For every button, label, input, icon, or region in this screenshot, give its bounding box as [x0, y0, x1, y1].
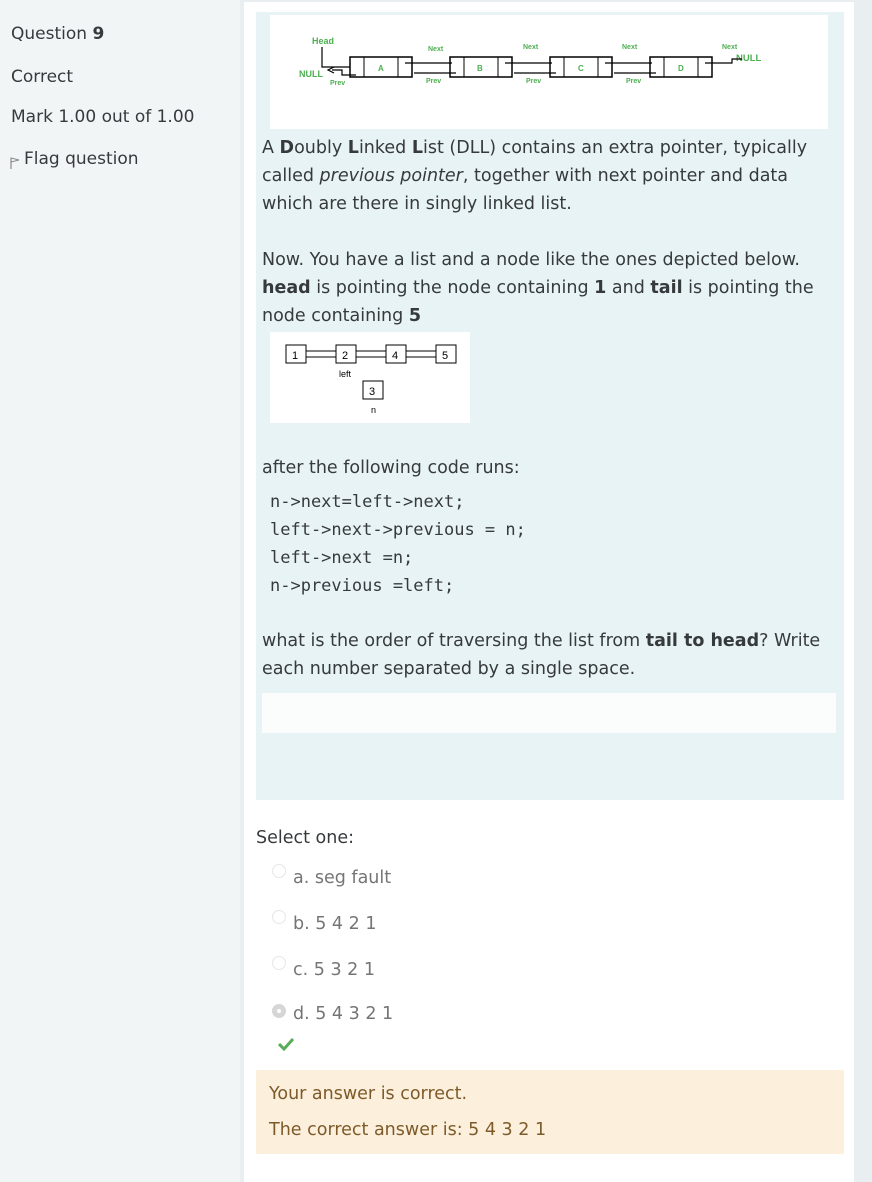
- question-info-panel: Question 9 Correct Mark 1.00 out of 1.00…: [0, 0, 240, 1182]
- option-d-label: d. 5 4 3 2 1: [293, 1004, 394, 1024]
- svg-text:3: 3: [369, 386, 375, 398]
- option-b[interactable]: b. 5 4 2 1: [272, 910, 377, 934]
- code-intro: after the following code runs:: [262, 458, 520, 478]
- radio-option-a[interactable]: [272, 864, 286, 878]
- dll-prev-label-2: Prev: [426, 78, 441, 85]
- list-diagram-svg: 1 2 4 5 left 3 n: [285, 344, 457, 415]
- feedback-correct-answer: The correct answer is: 5 4 3 2 1: [269, 1120, 547, 1140]
- list-n-label: n: [371, 405, 376, 415]
- list-node-1: 1: [285, 344, 307, 364]
- list-left-label: left: [339, 369, 352, 379]
- svg-text:C: C: [578, 64, 584, 73]
- list-node-2: 2: [335, 344, 357, 364]
- list-node-4: 4: [385, 344, 407, 364]
- svg-text:D: D: [678, 64, 684, 73]
- dll-next-label-1: Next: [428, 46, 444, 53]
- list-new-node: 3: [362, 380, 384, 400]
- dll-prev-label-3: Prev: [526, 78, 541, 85]
- select-one-label: Select one:: [256, 828, 355, 848]
- correct-check-icon: [278, 1037, 294, 1051]
- option-c-label: c. 5 3 2 1: [293, 960, 375, 980]
- svg-text:4: 4: [392, 350, 398, 362]
- flag-icon: [10, 157, 20, 169]
- question-number: Question 9: [11, 24, 104, 44]
- dll-next-label-4: Next: [722, 44, 738, 51]
- option-b-label: b. 5 4 2 1: [293, 914, 377, 934]
- option-d[interactable]: d. 5 4 3 2 1: [272, 1004, 393, 1024]
- list-description: Now. You have a list and a node like the…: [262, 250, 814, 326]
- flag-question-label: Flag question: [24, 149, 139, 169]
- dll-prev-label-1: Prev: [330, 80, 345, 87]
- dll-node-d: D: [649, 56, 713, 78]
- code-block: n->next=left->next; left->next->previous…: [270, 488, 526, 600]
- dll-node-a: A: [349, 56, 413, 78]
- dll-description: A Doubly Linked List (DLL) contains an e…: [262, 138, 808, 214]
- answer-area: [262, 693, 836, 733]
- svg-text:B: B: [477, 64, 483, 73]
- question-prefix: Question: [11, 24, 88, 44]
- dll-diagram: Head NULL NULL A B C D Next Next Next Ne…: [270, 15, 828, 129]
- svg-text:2: 2: [342, 350, 348, 362]
- dll-head-arrow: [321, 47, 352, 68]
- dll-null-left: NULL: [299, 69, 323, 79]
- question-number-value: 9: [92, 24, 105, 44]
- dll-node-b: B: [449, 56, 513, 78]
- list-diagram: 1 2 4 5 left 3 n: [270, 332, 470, 423]
- question-grade: Mark 1.00 out of 1.00: [11, 107, 195, 127]
- code-line: left->next->previous = n;: [270, 520, 526, 540]
- dll-diagram-svg: Head NULL NULL A B C D Next Next Next Ne…: [299, 36, 762, 87]
- option-c[interactable]: c. 5 3 2 1: [272, 956, 375, 980]
- dll-next-label-3: Next: [622, 44, 638, 51]
- svg-text:A: A: [378, 64, 384, 73]
- radio-option-b[interactable]: [272, 910, 286, 924]
- dll-next-label-2: Next: [523, 44, 539, 51]
- dll-node-c: C: [549, 56, 613, 78]
- dll-prev-label-4: Prev: [626, 78, 641, 85]
- code-line: n->previous =left;: [270, 576, 455, 596]
- list-node-5: 5: [435, 344, 457, 364]
- svg-text:1: 1: [292, 350, 298, 362]
- question-state: Correct: [11, 67, 74, 87]
- radio-option-d[interactable]: [272, 1004, 286, 1018]
- option-a[interactable]: a. seg fault: [272, 864, 392, 888]
- feedback-result: Your answer is correct.: [269, 1084, 468, 1104]
- dll-head-label: Head: [312, 36, 334, 46]
- question-content: Head NULL NULL A B C D Next Next Next Ne…: [244, 2, 854, 1182]
- code-line: left->next =n;: [270, 548, 414, 568]
- flag-question-link[interactable]: Flag question: [9, 148, 139, 170]
- feedback-panel: Your answer is correct. The correct answ…: [256, 1070, 844, 1154]
- option-a-label: a. seg fault: [293, 868, 392, 888]
- question-prompt: what is the order of traversing the list…: [262, 631, 821, 679]
- radio-option-c[interactable]: [272, 956, 286, 970]
- question-text: Head NULL NULL A B C D Next Next Next Ne…: [256, 12, 844, 800]
- svg-text:5: 5: [442, 350, 448, 362]
- code-line: n->next=left->next;: [270, 492, 465, 512]
